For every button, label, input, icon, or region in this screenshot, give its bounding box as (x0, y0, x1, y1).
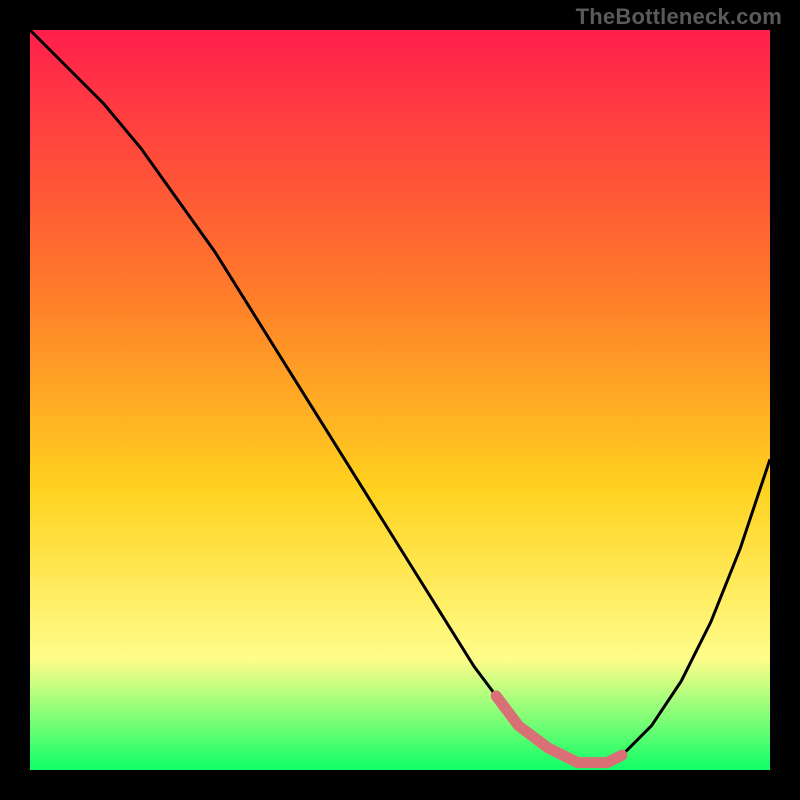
gradient-background (30, 30, 770, 770)
chart-svg (30, 30, 770, 770)
watermark-text: TheBottleneck.com (576, 4, 782, 30)
plot-area (30, 30, 770, 770)
chart-frame: TheBottleneck.com (0, 0, 800, 800)
